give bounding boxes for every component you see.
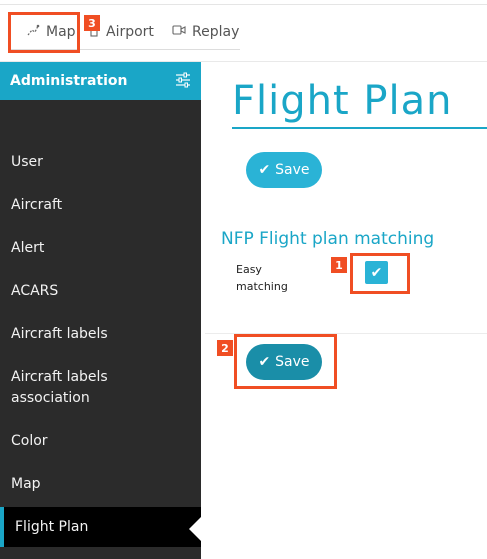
replay-icon [172,24,186,40]
callout-box-1 [350,253,410,294]
sidebar-item-acars[interactable]: ACARS [0,271,201,311]
easy-matching-label: Easy matching [236,263,288,293]
sidebar-item-label: ACARS [11,283,59,299]
nav-tab-replay-label: Replay [192,24,240,40]
sidebar-item-label: Aircraft labels [11,326,108,342]
callout-box-2 [234,334,337,389]
sliders-icon[interactable] [175,72,191,88]
callout-badge-2: 2 [217,340,233,356]
nav-tab-airport-label: Airport [106,24,154,40]
save-button-label: Save [275,162,310,178]
sidebar-item-label: Aircraft labels association [11,369,108,406]
check-icon: ✔ [258,162,271,178]
sidebar-item-label: Color [11,433,48,449]
callout-badge-1: 1 [331,257,347,273]
save-button-top[interactable]: ✔ Save [246,152,322,188]
sidebar-item-aircraft-labels-association[interactable]: Aircraft labels association [0,363,201,413]
sidebar-item-label: Alert [11,240,45,256]
admin-sidebar: Administration User Aircraft Alert ACARS… [0,62,201,559]
sidebar-item-user[interactable]: User [0,142,201,182]
sidebar-header-label: Administration [10,73,128,89]
sidebar-item-flight-plan[interactable]: Flight Plan [0,507,201,547]
sidebar-item-label: Flight Plan [15,519,89,535]
sidebar-item-label: Aircraft [11,197,63,213]
sidebar-header: Administration [0,62,201,100]
top-divider [0,4,487,5]
title-underline [232,127,487,129]
nav-tab-replay[interactable]: Replay [172,20,239,44]
active-indicator [189,517,201,541]
sidebar-item-map[interactable]: Map [0,464,201,504]
page-title: Flight Plan [232,78,453,124]
section-title: NFP Flight plan matching [221,229,435,249]
sidebar-item-aircraft-labels[interactable]: Aircraft labels [0,314,201,354]
sidebar-item-aircraft[interactable]: Aircraft [0,185,201,225]
callout-badge-3: 3 [84,15,100,31]
sidebar-item-color[interactable]: Color [0,421,201,461]
sidebar-item-label: User [11,154,43,170]
sidebar-item-label: Map [11,476,41,492]
sidebar-item-alert[interactable]: Alert [0,228,201,268]
callout-box-3 [8,12,80,53]
